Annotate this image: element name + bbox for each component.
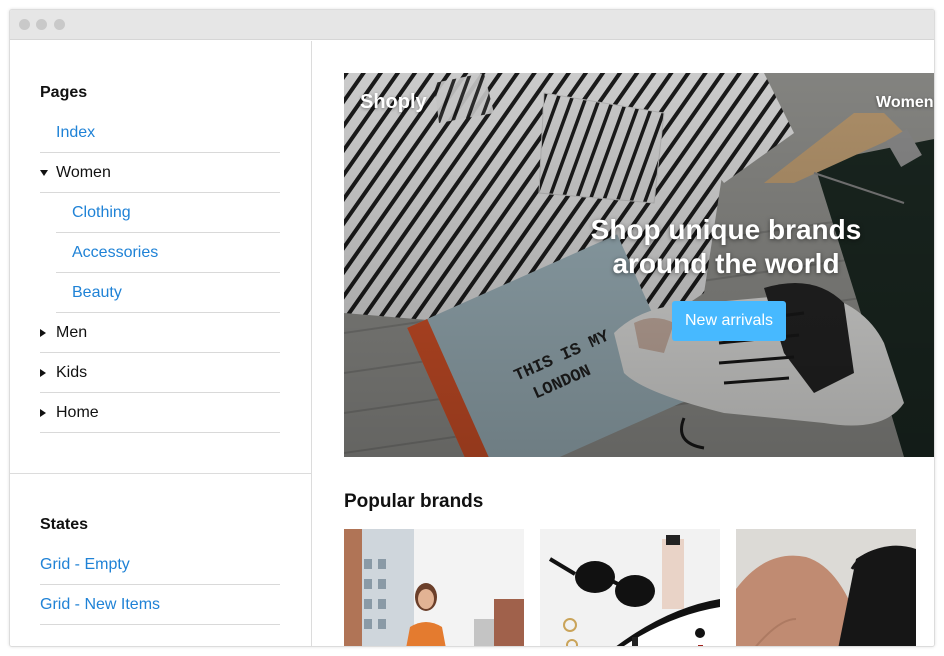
hero-banner: THIS IS MY LONDON Shoply Women Shop u: [344, 73, 934, 457]
caret-down-icon[interactable]: [40, 170, 48, 176]
sidebar: Pages Index Women Clothing Accessories Beaut…: [10, 41, 312, 646]
sidebar-item-label: Index: [56, 124, 96, 141]
sidebar-item-label: Men: [56, 324, 88, 341]
sidebar-item-label: Clothing: [72, 204, 131, 221]
minimize-window-button[interactable]: [36, 19, 47, 30]
brand-card-image: [736, 529, 916, 646]
states-section-title: States: [40, 516, 89, 533]
state-item-grid-new-items[interactable]: Grid - New Items: [40, 585, 280, 625]
new-arrivals-button[interactable]: New arrivals: [672, 301, 786, 341]
sidebar-item-label: Women: [56, 164, 111, 181]
sidebar-item-home[interactable]: Home: [40, 393, 280, 433]
window-titlebar: [10, 10, 934, 40]
sidebar-item-kids[interactable]: Kids: [40, 353, 280, 393]
caret-right-icon[interactable]: [40, 329, 46, 337]
brand-card-image: [540, 529, 720, 646]
sidebar-item-clothing[interactable]: Clothing: [56, 193, 280, 233]
sidebar-item-men[interactable]: Men: [40, 313, 280, 353]
pages-section-title: Pages: [40, 84, 88, 101]
sidebar-item-label: Home: [56, 404, 99, 421]
caret-right-icon[interactable]: [40, 369, 46, 377]
sidebar-item-index[interactable]: Index: [40, 113, 280, 153]
sidebar-item-accessories[interactable]: Accessories: [56, 233, 280, 273]
brand-card-image: [344, 529, 524, 646]
sidebar-item-women[interactable]: Women: [40, 153, 280, 193]
caret-right-icon[interactable]: [40, 409, 46, 417]
sidebar-item-label: Accessories: [72, 244, 159, 261]
state-item-grid-empty[interactable]: Grid - Empty: [40, 545, 280, 585]
sidebar-item-label: Beauty: [72, 284, 122, 301]
popular-brands-title: Popular brands: [344, 491, 484, 512]
maximize-window-button[interactable]: [54, 19, 65, 30]
nav-link-women[interactable]: Women: [876, 94, 933, 112]
sidebar-item-beauty[interactable]: Beauty: [56, 273, 280, 313]
sidebar-item-label: Kids: [56, 364, 88, 381]
hero-headline: Shop unique brands around the world: [590, 214, 862, 279]
brand-logo[interactable]: Shoply: [360, 91, 427, 114]
state-item-label: Grid - Empty: [40, 556, 130, 573]
main-content: THIS IS MY LONDON Shoply Women Shop u: [313, 41, 934, 646]
sidebar-divider: [10, 473, 312, 474]
app-window: Pages Index Women Clothing Accessories Beaut…: [9, 9, 935, 647]
close-window-button[interactable]: [19, 19, 30, 30]
brand-card[interactable]: [736, 529, 916, 646]
brand-card[interactable]: [344, 529, 524, 646]
brand-card[interactable]: [540, 529, 720, 646]
state-item-label: Grid - New Items: [40, 596, 161, 613]
